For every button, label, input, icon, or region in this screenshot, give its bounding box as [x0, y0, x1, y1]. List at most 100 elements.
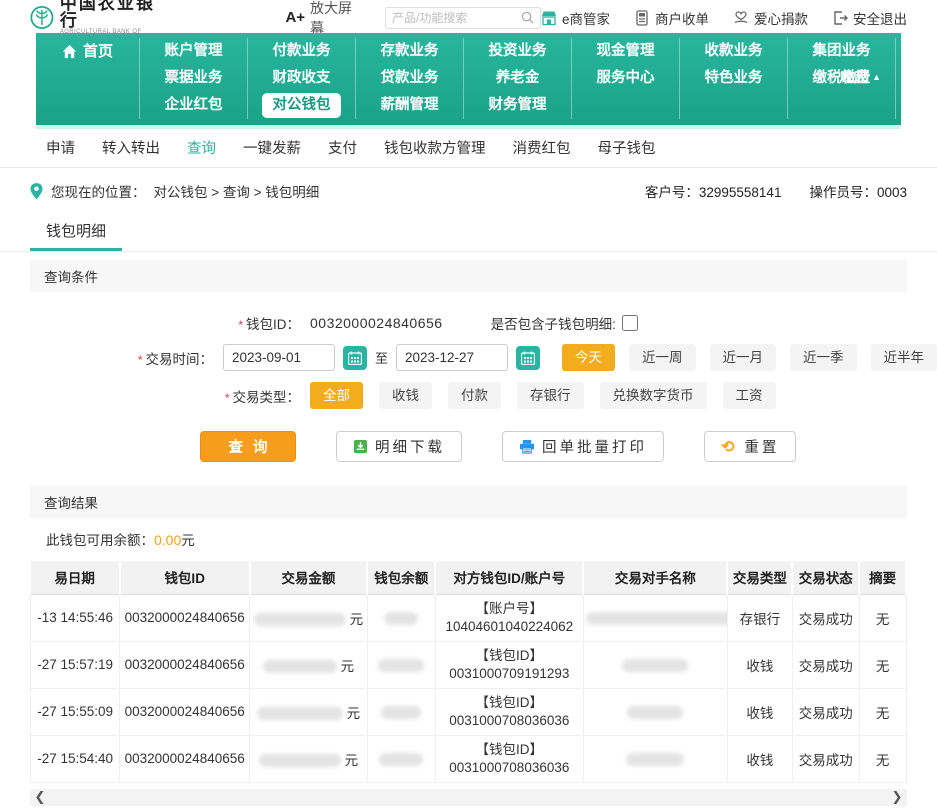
time-range-chip[interactable]: 近一月	[710, 344, 777, 371]
search-icon[interactable]	[521, 11, 534, 24]
nav-item[interactable]: 账户管理	[140, 38, 247, 65]
time-range-chip[interactable]: 近半年	[871, 344, 937, 371]
toplink-label: 商户收单	[655, 8, 709, 28]
breadcrumb-path[interactable]: 对公钱包 > 查询 > 钱包明细	[154, 181, 320, 201]
cell-counterparty-account: 【钱包ID】0031000708036036	[435, 735, 583, 782]
calendar-icon	[348, 351, 362, 365]
subnav-item[interactable]: 支付	[328, 137, 357, 158]
trade-type-label: 交易类型：	[233, 390, 301, 405]
cell-trade-date: -27 15:55:09	[31, 688, 120, 735]
subnav-item[interactable]: 转入转出	[102, 137, 160, 158]
table-row: -27 15:55:090032000024840656 元【钱包ID】0031…	[31, 688, 907, 735]
subnav-item-active[interactable]: 查询	[187, 137, 216, 158]
amount-unit: 元	[350, 612, 364, 627]
time-range-chip[interactable]: 近一周	[629, 344, 696, 371]
nav-item[interactable]: 财政收支	[248, 65, 355, 92]
toplink-logout[interactable]: 安全退出	[832, 8, 907, 28]
nav-item[interactable]: 企业红包	[140, 92, 247, 119]
redacted-amount	[254, 613, 346, 626]
nav-item[interactable]: 薪酬管理	[356, 92, 463, 119]
nav-item[interactable]: 存款业务	[356, 38, 463, 65]
nav-item[interactable]: 现金管理	[572, 38, 679, 65]
wallet-id-value: 0032000024840656	[310, 315, 443, 331]
redacted-amount	[257, 707, 343, 720]
date-to-calendar-button[interactable]	[516, 346, 540, 370]
cell-trade-date: -13 14:55:46	[31, 594, 120, 641]
product-search[interactable]	[385, 7, 541, 29]
redacted-name	[586, 612, 728, 625]
nav-item[interactable]: 集团业务	[788, 38, 895, 65]
nav-item-home[interactable]: 首页	[36, 38, 140, 119]
cell-counterparty-account: 【钱包ID】0031000708036036	[435, 688, 583, 735]
collapse-label: 收起	[840, 67, 868, 87]
date-from-input[interactable]	[223, 344, 335, 371]
date-to-input[interactable]	[396, 344, 508, 371]
cell-wallet-id: 0032000024840656	[120, 688, 250, 735]
toplink-donation[interactable]: 爱心捐款	[733, 8, 808, 28]
nav-item-active[interactable]: 对公钱包	[262, 93, 341, 118]
location-pin-icon	[30, 183, 43, 200]
include-subwallet-checkbox[interactable]	[622, 315, 638, 331]
sub-navigation: 申请 转入转出 查询 一键发薪 支付 钱包收款方管理 消费红包 母子钱包	[0, 129, 937, 168]
nav-item[interactable]: 贷款业务	[356, 65, 463, 92]
nav-collapse-button[interactable]: 收起 ▲	[840, 67, 881, 87]
cell-summary: 无	[859, 594, 906, 641]
query-form: *钱包ID： 0032000024840656 是否包含子钱包明细: *交易时间…	[0, 292, 937, 478]
table-row: -27 15:57:190032000024840656 元【钱包ID】0031…	[31, 641, 907, 688]
redacted-name	[622, 659, 688, 672]
printer-icon	[519, 439, 535, 454]
balance-unit: 元	[181, 533, 195, 548]
trade-type-chip[interactable]: 兑换数字货币	[600, 382, 707, 409]
trade-type-chip-active[interactable]: 全部	[310, 382, 363, 409]
toplink-pos[interactable]: 商户收单	[634, 8, 709, 28]
trade-type-chip[interactable]: 付款	[448, 382, 501, 409]
time-range-chip-active[interactable]: 今天	[562, 344, 615, 371]
nav-item[interactable]: 付款业务	[248, 38, 355, 65]
subnav-item[interactable]: 钱包收款方管理	[384, 137, 486, 158]
redacted-name	[627, 706, 683, 719]
batch-print-button[interactable]: 回单批量打印	[502, 431, 664, 462]
cell-trade-type: 存银行	[727, 594, 792, 641]
time-range-chip[interactable]: 近一季	[790, 344, 857, 371]
nav-item[interactable]: 财务管理	[464, 92, 571, 119]
search-button[interactable]: 查询	[200, 431, 296, 462]
nav-item[interactable]: 服务中心	[572, 65, 679, 92]
nav-item[interactable]: 收款业务	[680, 38, 787, 65]
download-detail-button[interactable]: 明细下载	[336, 431, 462, 462]
breadcrumb-prefix: 您现在的位置：	[51, 181, 146, 201]
trade-type-chip[interactable]: 工资	[723, 382, 776, 409]
nav-item[interactable]: 投资业务	[464, 38, 571, 65]
amount-unit: 元	[345, 753, 359, 768]
subnav-item[interactable]: 消费红包	[513, 137, 571, 158]
nav-item[interactable]: 票据业务	[140, 65, 247, 92]
required-mark: *	[225, 391, 230, 405]
reset-button[interactable]: ⟲ 重置	[704, 431, 796, 462]
trade-type-chip[interactable]: 存银行	[517, 382, 584, 409]
balance-label: 此钱包可用余额：	[46, 533, 154, 548]
column-header: 交易对手名称	[583, 561, 727, 594]
cell-trade-amount: 元	[250, 641, 368, 688]
amount-unit: 元	[341, 659, 355, 674]
bank-name: 中国农业银行	[60, 0, 161, 29]
required-mark: *	[138, 353, 143, 367]
trade-type-chip[interactable]: 收钱	[379, 382, 432, 409]
column-header: 交易类型	[727, 561, 792, 594]
subnav-item[interactable]: 母子钱包	[598, 137, 656, 158]
toplink-eshop[interactable]: e商管家	[541, 8, 610, 28]
screen-zoom-control[interactable]: A+ 放大屏幕	[285, 0, 357, 38]
subnav-item[interactable]: 一键发薪	[243, 137, 301, 158]
redacted-name	[626, 753, 684, 766]
top-links: e商管家 商户收单 爱心捐款 安全退出	[541, 8, 907, 28]
subnav-item[interactable]: 申请	[46, 137, 75, 158]
calendar-icon	[521, 351, 535, 365]
search-input[interactable]	[392, 11, 521, 25]
nav-item[interactable]: 特色业务	[680, 65, 787, 92]
nav-item[interactable]: 养老金	[464, 65, 571, 92]
date-range-separator: 至	[375, 348, 388, 367]
chevron-up-icon: ▲	[872, 72, 881, 82]
date-from-calendar-button[interactable]	[343, 346, 367, 370]
redacted-amount	[259, 754, 341, 767]
operator-number-value: 0003	[877, 185, 907, 200]
counterparty-number: 0031000708036036	[438, 712, 581, 730]
tab-wallet-detail[interactable]: 钱包明细	[30, 211, 122, 251]
